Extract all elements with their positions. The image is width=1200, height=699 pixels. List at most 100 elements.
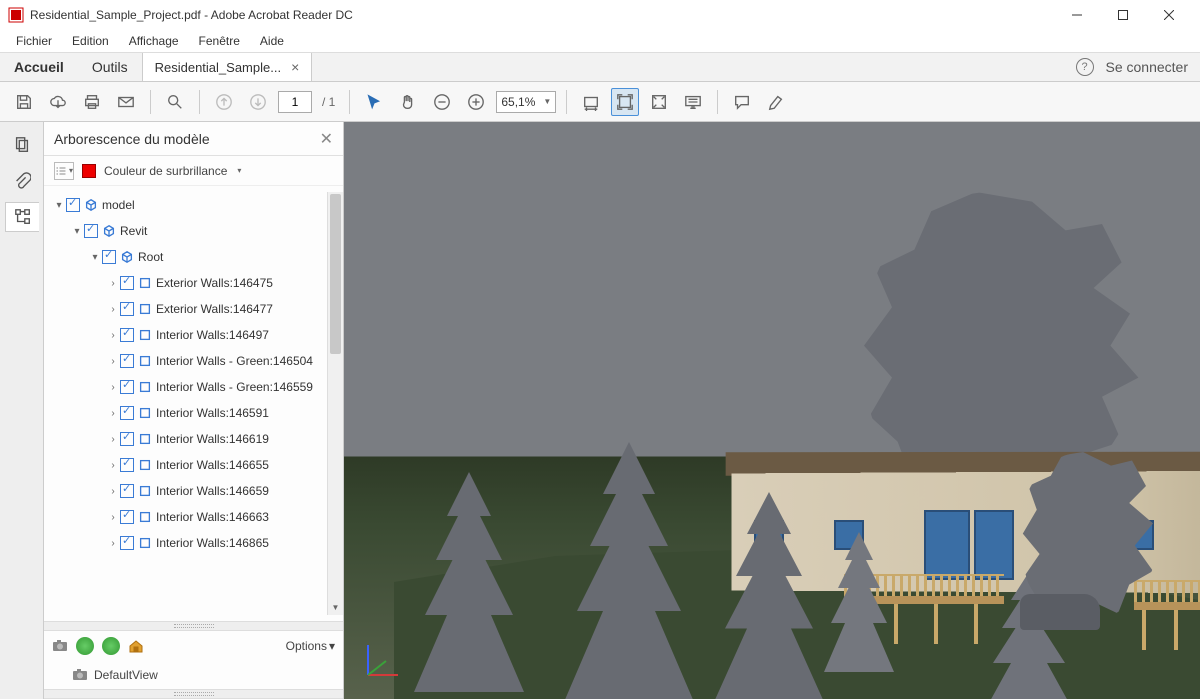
checkbox[interactable] — [120, 302, 134, 316]
twisty-icon[interactable]: › — [106, 512, 120, 523]
tree-node[interactable]: ›Interior Walls:146659 — [48, 478, 327, 504]
options-menu[interactable]: Options ▾ — [286, 639, 335, 653]
checkbox[interactable] — [120, 536, 134, 550]
scroll-thumb[interactable] — [330, 194, 341, 354]
zoom-in-button[interactable] — [462, 88, 490, 116]
checkbox[interactable] — [84, 224, 98, 238]
fit-page-button[interactable] — [611, 88, 639, 116]
read-mode-button[interactable] — [679, 88, 707, 116]
tree-node[interactable]: ▾model — [48, 192, 327, 218]
search-button[interactable] — [161, 88, 189, 116]
menu-view[interactable]: Affichage — [121, 32, 187, 50]
list-view-icon[interactable]: ▾ — [54, 162, 74, 180]
checkbox[interactable] — [120, 458, 134, 472]
twisty-icon[interactable]: › — [106, 460, 120, 471]
home-icon[interactable] — [128, 638, 144, 654]
panel-close-icon[interactable]: ✕ — [320, 129, 333, 149]
checkbox[interactable] — [120, 484, 134, 498]
minimize-button[interactable] — [1054, 0, 1100, 30]
menu-window[interactable]: Fenêtre — [191, 32, 248, 50]
menu-edit[interactable]: Edition — [64, 32, 117, 50]
tree-node[interactable]: ▾ Revit — [48, 218, 327, 244]
print-button[interactable] — [78, 88, 106, 116]
twisty-icon[interactable]: › — [106, 434, 120, 445]
hand-tool[interactable] — [394, 88, 422, 116]
tree-node[interactable]: ›Interior Walls:146663 — [48, 504, 327, 530]
checkbox[interactable] — [120, 406, 134, 420]
title-bar: Residential_Sample_Project.pdf - Adobe A… — [0, 0, 1200, 30]
zoom-select[interactable]: 65,1% ▼ — [496, 91, 556, 113]
fullscreen-button[interactable] — [645, 88, 673, 116]
twisty-icon[interactable]: › — [106, 408, 120, 419]
menu-file[interactable]: Fichier — [8, 32, 60, 50]
scroll-down-icon[interactable]: ▼ — [328, 599, 343, 615]
attachments-button[interactable] — [7, 166, 37, 196]
tree-node[interactable]: ›Interior Walls:146655 — [48, 452, 327, 478]
tree-node[interactable]: › Exterior Walls:146475 — [48, 270, 327, 296]
checkbox[interactable] — [120, 328, 134, 342]
node-label: Interior Walls:146619 — [156, 432, 269, 446]
highlight-swatch[interactable] — [82, 164, 96, 178]
checkbox[interactable] — [120, 380, 134, 394]
tree-node[interactable]: ▾Root — [48, 244, 327, 270]
close-button[interactable] — [1146, 0, 1192, 30]
menu-help[interactable]: Aide — [252, 32, 292, 50]
twisty-icon[interactable]: › — [106, 382, 120, 393]
panel-splitter[interactable] — [44, 621, 343, 631]
tree-scrollbar[interactable]: ▲ ▼ — [327, 192, 343, 615]
tree-node[interactable]: ›Interior Walls:146591 — [48, 400, 327, 426]
help-icon[interactable]: ? — [1076, 58, 1094, 76]
nav-forward-button[interactable] — [102, 637, 120, 655]
camera-icon[interactable] — [52, 638, 68, 654]
twisty-icon[interactable]: ▾ — [70, 226, 84, 237]
tree-node[interactable]: › Interior Walls:146619 — [48, 426, 327, 452]
tree-node[interactable]: ›Interior Walls - Green:146504 — [48, 348, 327, 374]
nav-back-button[interactable] — [76, 637, 94, 655]
checkbox[interactable] — [66, 198, 80, 212]
node-label: Revit — [120, 224, 147, 238]
maximize-button[interactable] — [1100, 0, 1146, 30]
twisty-icon[interactable]: › — [106, 330, 120, 341]
select-tool[interactable] — [360, 88, 388, 116]
twisty-icon[interactable]: › — [106, 538, 120, 549]
tab-document[interactable]: Residential_Sample... × — [142, 53, 313, 81]
tree-node[interactable]: ›Interior Walls:146497 — [48, 322, 327, 348]
tree-node[interactable]: ›Interior Walls:146865 — [48, 530, 327, 556]
fit-width-button[interactable] — [577, 88, 605, 116]
options-label: Options — [286, 639, 327, 653]
twisty-icon[interactable]: › — [106, 304, 120, 315]
tree-node[interactable]: ›Interior Walls - Green:146559 — [48, 374, 327, 400]
twisty-icon[interactable]: › — [106, 356, 120, 367]
thumbnails-button[interactable] — [7, 130, 37, 160]
prev-page-button[interactable] — [210, 88, 238, 116]
3d-scene[interactable] — [344, 122, 1200, 699]
checkbox[interactable] — [120, 510, 134, 524]
tab-home[interactable]: Accueil — [0, 53, 78, 81]
twisty-icon[interactable]: › — [106, 486, 120, 497]
sign-in-link[interactable]: Se connecter — [1106, 59, 1189, 75]
model-tree-button[interactable] — [5, 202, 39, 232]
axis-gizmo — [364, 639, 404, 679]
next-page-button[interactable] — [244, 88, 272, 116]
checkbox[interactable] — [120, 354, 134, 368]
highlight-button[interactable] — [762, 88, 790, 116]
comment-button[interactable] — [728, 88, 756, 116]
node-label: Exterior Walls:146475 — [156, 276, 273, 290]
panel-splitter[interactable] — [44, 689, 343, 699]
chevron-down-icon[interactable]: ▾ — [237, 166, 241, 175]
tab-tools[interactable]: Outils — [78, 53, 142, 81]
cloud-button[interactable] — [44, 88, 72, 116]
checkbox[interactable] — [120, 432, 134, 446]
zoom-out-button[interactable] — [428, 88, 456, 116]
twisty-icon[interactable]: › — [106, 278, 120, 289]
mail-button[interactable] — [112, 88, 140, 116]
page-input[interactable] — [278, 91, 312, 113]
checkbox[interactable] — [102, 250, 116, 264]
panel-footer-view[interactable]: DefaultView — [44, 661, 343, 689]
tab-close-icon[interactable]: × — [291, 59, 299, 75]
twisty-icon[interactable]: ▾ — [88, 252, 102, 263]
tree-node[interactable]: ›Exterior Walls:146477 — [48, 296, 327, 322]
twisty-icon[interactable]: ▾ — [52, 200, 66, 211]
checkbox[interactable] — [120, 276, 134, 290]
save-button[interactable] — [10, 88, 38, 116]
